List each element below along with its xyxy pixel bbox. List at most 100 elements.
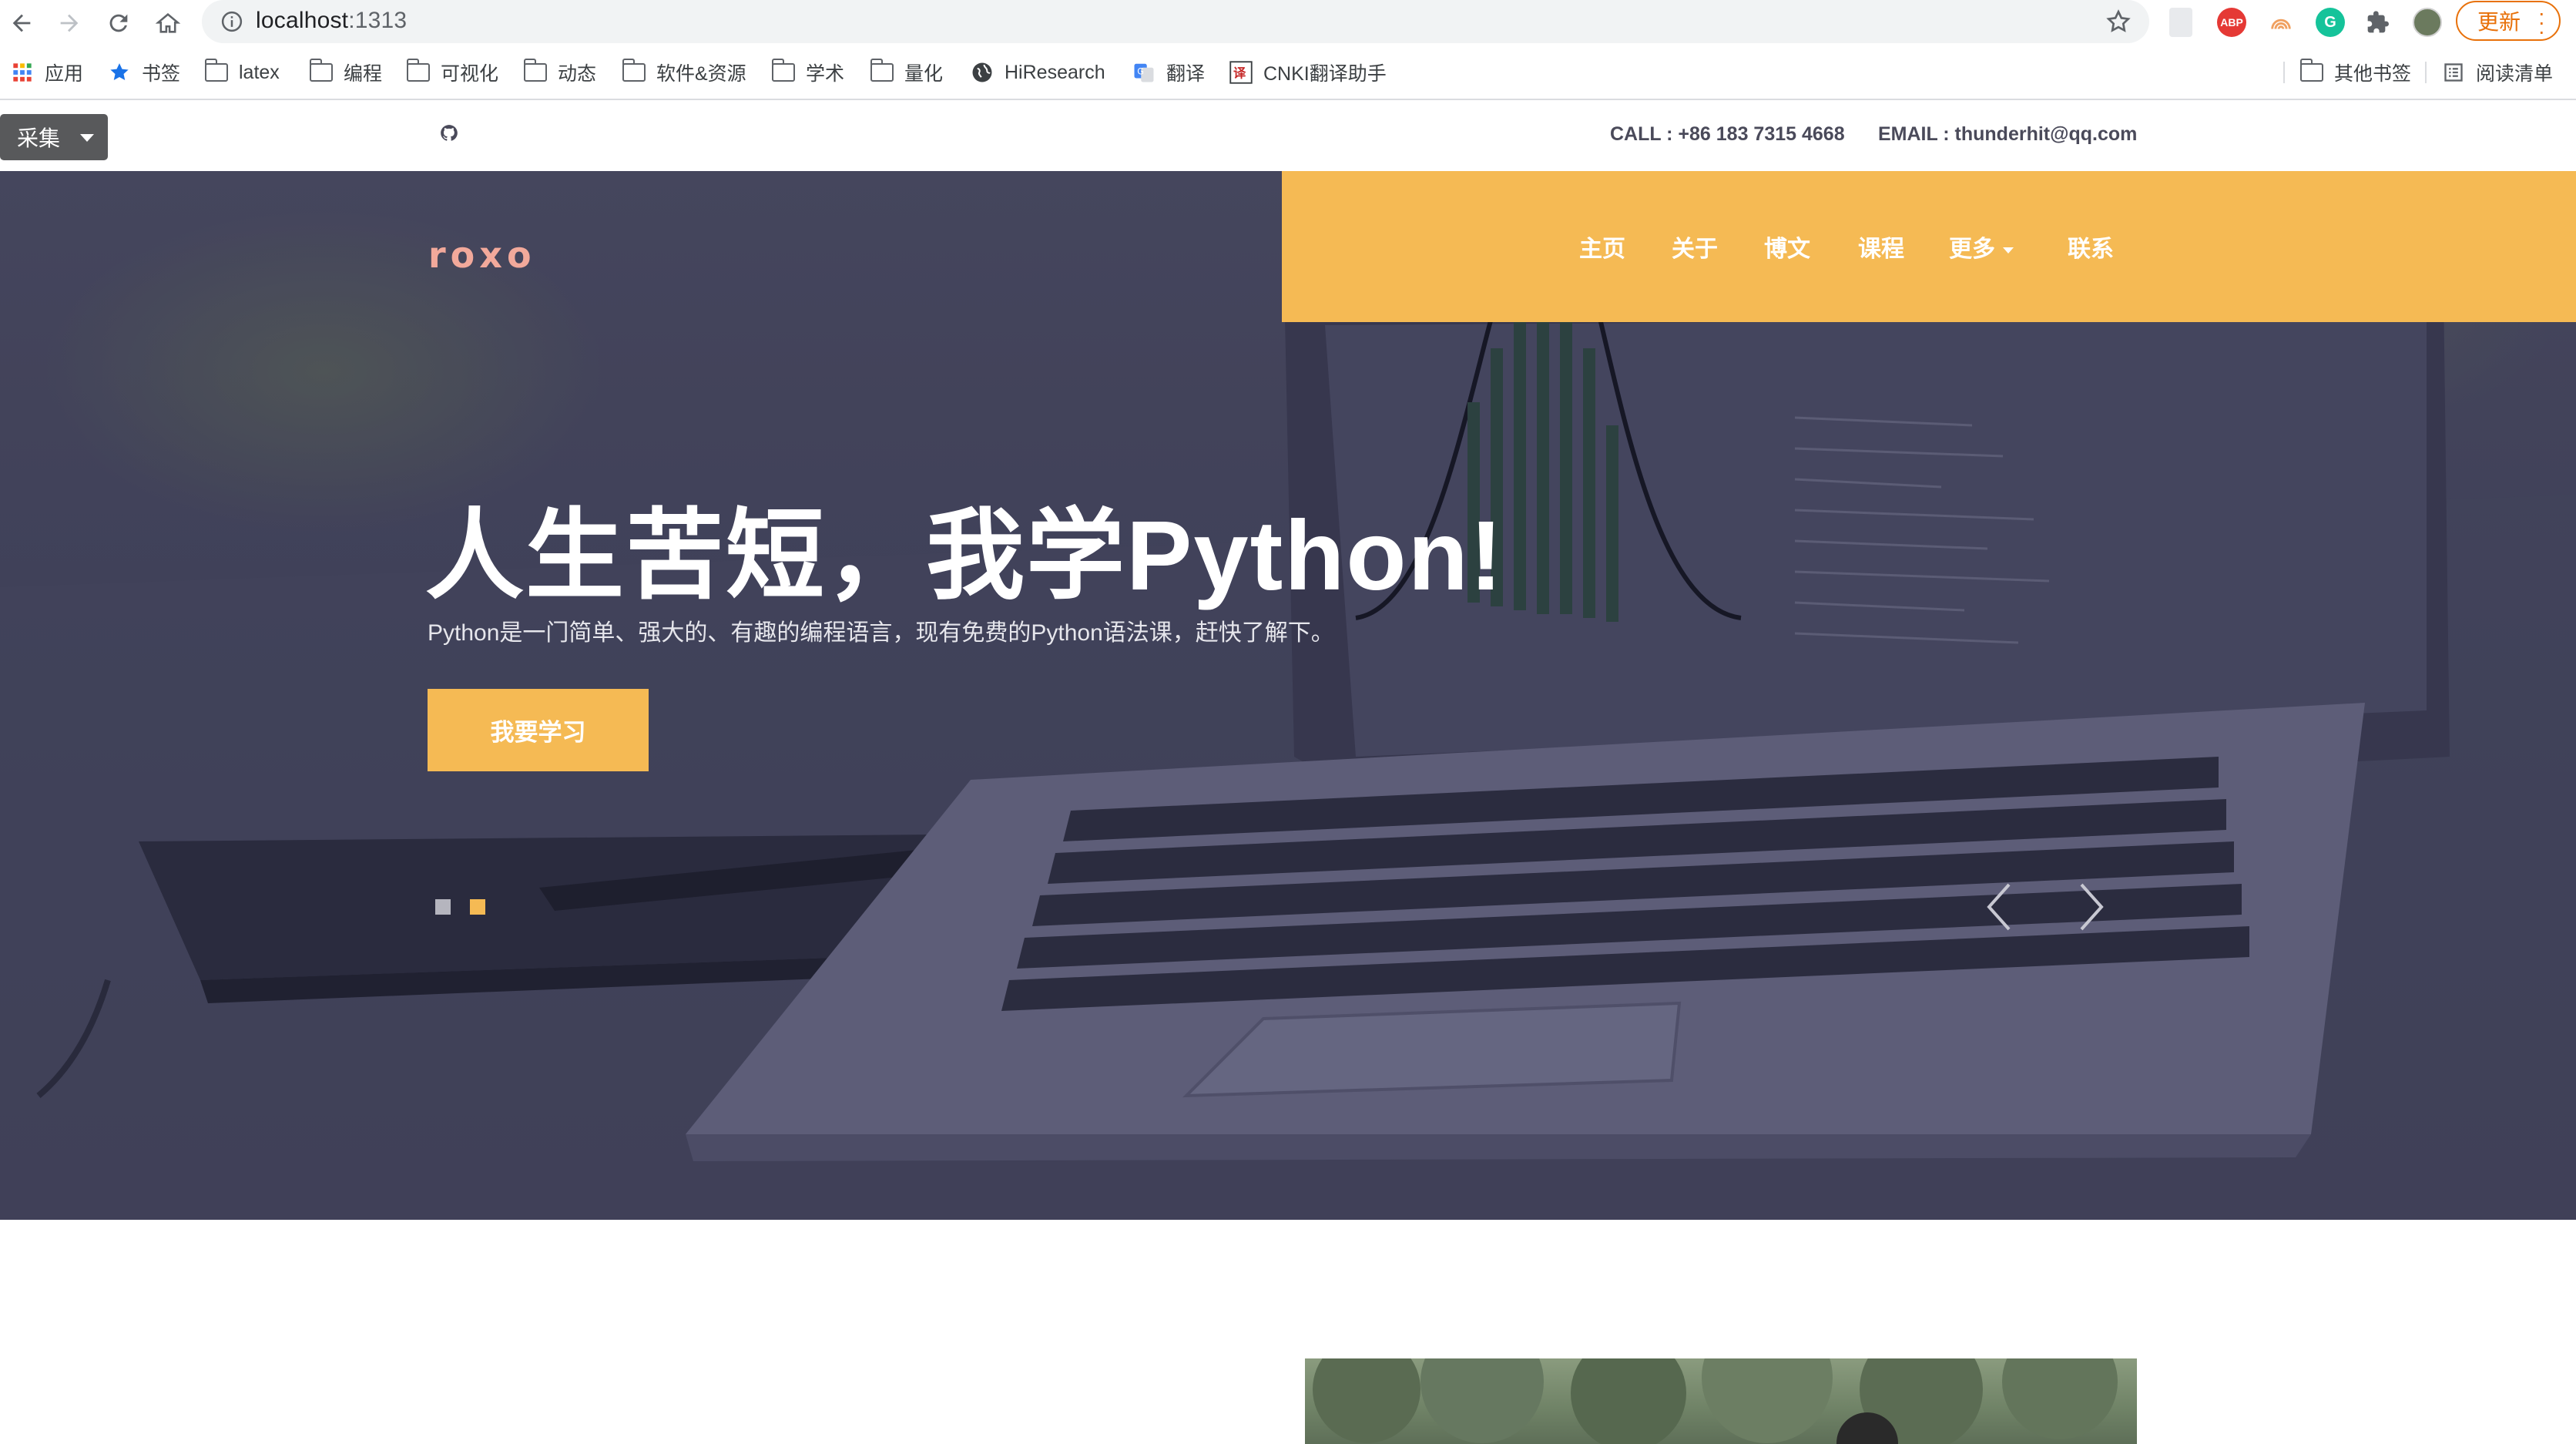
svg-text:G: G [1137, 67, 1144, 77]
bookmark-label: HiResearch [1005, 61, 1105, 83]
apps-grid-icon [11, 62, 34, 83]
learn-button[interactable]: 我要学习 [428, 689, 649, 771]
url-host: localhost [256, 8, 349, 33]
bookmark-dongtai[interactable]: 动态 [523, 59, 597, 86]
address-bar[interactable]: localhost:1313 [202, 0, 2149, 43]
nav-courses[interactable]: 课程 [1858, 230, 1904, 264]
info-icon [221, 11, 243, 32]
arrow-right-icon [60, 14, 79, 32]
reload-button[interactable] [100, 5, 137, 42]
arrow-left-icon [12, 14, 31, 32]
bookmark-label: 书签 [142, 63, 181, 85]
bookmark-label: 学术 [806, 63, 845, 85]
bookmark-hiresearch[interactable]: HiResearch [971, 59, 1105, 86]
collect-label: 采集 [17, 126, 61, 150]
home-icon [155, 13, 181, 33]
reload-icon [109, 14, 128, 32]
reading-list[interactable]: 阅读清单 [2442, 59, 2553, 86]
translate-icon: G [1132, 62, 1156, 83]
home-button[interactable] [149, 5, 186, 42]
rss-extension-icon[interactable] [2266, 8, 2296, 37]
nav-blog[interactable]: 博文 [1764, 230, 1810, 264]
folder-icon [771, 59, 795, 83]
signal-icon [2271, 18, 2291, 29]
hero-subtitle: Python是一门简单、强大的、有趣的编程语言，现有免费的Python语法课，赶… [428, 620, 1334, 646]
nav-more-label: 更多 [1949, 237, 1995, 262]
bookmarks-divider [2283, 62, 2285, 83]
slide-dot-1[interactable] [435, 899, 451, 915]
back-button[interactable] [3, 5, 40, 42]
folder-icon [204, 59, 228, 83]
call-text: CALL : +86 183 7315 4668 [1610, 123, 1845, 145]
folder-icon [523, 59, 547, 83]
bookmark-shuqian[interactable]: 书签 [108, 59, 180, 86]
github-icon[interactable] [439, 123, 459, 143]
nav-contact[interactable]: 联系 [2068, 230, 2114, 264]
profile-avatar[interactable] [2413, 8, 2442, 37]
about-photo [1305, 1358, 2137, 1444]
bookmark-ruanjian[interactable]: 软件&资源 [622, 59, 746, 86]
bookmark-lianghua[interactable]: 量化 [870, 59, 943, 86]
nav-about[interactable]: 关于 [1672, 230, 1718, 264]
update-button[interactable]: 更新 · · · [2456, 1, 2561, 43]
bookmark-latex[interactable]: latex [204, 59, 280, 86]
folder-icon [870, 59, 894, 83]
email-link[interactable]: EMAIL : thunderhit@qq.com [1878, 123, 2137, 146]
adblock-icon[interactable]: ABP [2217, 8, 2246, 37]
bookmark-biancheng[interactable]: 编程 [309, 59, 382, 86]
bookmark-label: CNKI翻译助手 [1263, 63, 1387, 85]
collect-button[interactable]: 采集 [0, 114, 108, 160]
more-vertical-icon: · · · [2537, 1, 2545, 43]
site-topbar: 采集 CALL : +86 183 7315 4668 EMAIL : thun… [0, 100, 2576, 171]
puzzle-icon [2367, 11, 2389, 33]
next-slide-arrow-icon[interactable] [2072, 880, 2111, 934]
folder-icon [309, 59, 333, 83]
reading-list-icon [2442, 62, 2465, 83]
bookmark-apps[interactable]: 应用 [11, 59, 83, 86]
url-text: localhost:1313 [256, 8, 407, 34]
hero-headline: 人生苦短，我学Python! [425, 501, 1504, 611]
folder-icon [622, 59, 646, 83]
about-section [0, 1220, 2576, 1444]
bookmark-fanyi[interactable]: G 翻译 [1132, 59, 1205, 86]
svg-text:译: 译 [1233, 65, 1246, 80]
adblock-label: ABP [2220, 16, 2243, 29]
browser-toolbar: localhost:1313 ABP G 更新 · · · [0, 0, 2576, 45]
grammarly-icon[interactable]: G [2316, 8, 2345, 37]
nav-more[interactable]: 更多 [1949, 230, 2014, 264]
nav-home[interactable]: 主页 [1579, 230, 1625, 264]
cnki-icon: 译 [1229, 61, 1253, 84]
folder-icon [2299, 59, 2323, 83]
bookmark-label: 动态 [558, 63, 597, 85]
bookmark-label: 应用 [45, 63, 84, 85]
prev-slide-arrow-icon[interactable] [1980, 880, 2018, 934]
bookmark-star-icon[interactable] [2105, 8, 2132, 35]
main-nav: 主页 关于 博文 课程 更多 联系 [1282, 171, 2576, 322]
globe-icon [971, 62, 994, 83]
url-port: :1313 [348, 8, 408, 33]
bookmark-label: 翻译 [1166, 63, 1206, 85]
star-icon [108, 62, 131, 83]
slide-dot-2[interactable] [470, 899, 485, 915]
bookmark-xueshu[interactable]: 学术 [771, 59, 845, 86]
bookmark-label: 量化 [904, 63, 944, 85]
grammarly-label: G [2324, 13, 2336, 31]
bookmark-label: 可视化 [441, 63, 499, 85]
bookmarks-divider [2425, 62, 2427, 83]
page-extension-icon[interactable] [2169, 8, 2192, 37]
bookmark-cnki[interactable]: 译 CNKI翻译助手 [1229, 59, 1387, 86]
bookmark-keshihua[interactable]: 可视化 [406, 59, 499, 86]
caret-down-icon [2003, 247, 2014, 254]
bookmark-label: 软件&资源 [656, 63, 746, 85]
site-logo[interactable]: roxo [428, 234, 536, 276]
update-label: 更新 [2477, 10, 2521, 34]
trees-image [1313, 1358, 2118, 1444]
caret-down-icon [80, 134, 94, 142]
extensions-puzzle-icon[interactable] [2363, 8, 2393, 37]
bookmark-other[interactable]: 其他书签 [2299, 59, 2411, 86]
bookmark-label: 阅读清单 [2476, 63, 2554, 85]
folder-icon [406, 59, 430, 83]
hero-overlay [0, 171, 2576, 1220]
bookmark-label: latex [239, 61, 280, 83]
forward-button[interactable] [51, 5, 88, 42]
